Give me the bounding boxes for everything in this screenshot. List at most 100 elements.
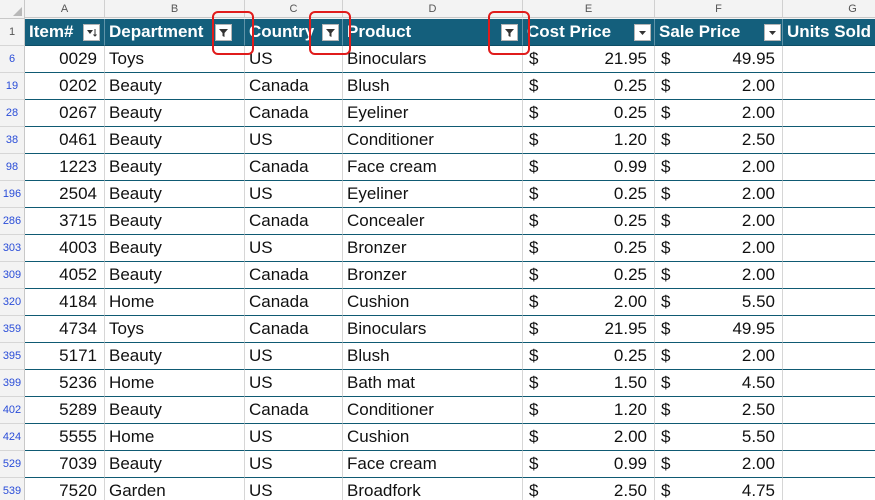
cell-item[interactable]: 0461 [25,127,105,154]
column-letter-a[interactable]: A [25,0,105,18]
cell-cost[interactable]: $0.25 [523,262,655,289]
cell-country[interactable]: Canada [245,397,343,424]
cell-cost[interactable]: $1.50 [523,370,655,397]
cell-sale[interactable]: $2.50 [655,397,783,424]
product-filter-button[interactable] [501,24,518,41]
cell-product[interactable]: Blush [343,343,523,370]
cell-department[interactable]: Home [105,370,245,397]
cell-cost[interactable]: $0.25 [523,208,655,235]
cell-department[interactable]: Home [105,424,245,451]
cell-units[interactable]: 17 [783,73,875,100]
cell-units[interactable]: 29 [783,451,875,478]
cell-units[interactable]: 15 [783,316,875,343]
cell-item[interactable]: 0202 [25,73,105,100]
department-filter-button[interactable] [215,24,232,41]
cell-department[interactable]: Beauty [105,208,245,235]
cell-cost[interactable]: $2.00 [523,424,655,451]
cell-item[interactable]: 1223 [25,154,105,181]
header-units-sold[interactable]: Units Sold [783,19,875,46]
cell-department[interactable]: Beauty [105,154,245,181]
cell-units[interactable]: 9 [783,46,875,73]
cell-product[interactable]: Conditioner [343,397,523,424]
cell-item[interactable]: 4052 [25,262,105,289]
row-number[interactable]: 303 [0,235,25,262]
row-number[interactable]: 28 [0,100,25,127]
cell-sale[interactable]: $2.00 [655,154,783,181]
cell-units[interactable]: 98 [783,181,875,208]
cell-cost[interactable]: $1.20 [523,127,655,154]
cell-product[interactable]: Bronzer [343,235,523,262]
cell-item[interactable]: 7039 [25,451,105,478]
cell-department[interactable]: Home [105,289,245,316]
cell-item[interactable]: 0029 [25,46,105,73]
cell-units[interactable]: 74 [783,478,875,500]
sale-price-filter-button[interactable] [764,24,781,41]
column-letter-e[interactable]: E [523,0,655,18]
cell-item[interactable]: 5555 [25,424,105,451]
cost-price-filter-button[interactable] [634,24,651,41]
cell-department[interactable]: Toys [105,46,245,73]
cell-units[interactable]: 7 [783,235,875,262]
cell-product[interactable]: Binoculars [343,316,523,343]
cell-department[interactable]: Beauty [105,343,245,370]
cell-cost[interactable]: $0.25 [523,181,655,208]
cell-sale[interactable]: $5.50 [655,289,783,316]
cell-item[interactable]: 0267 [25,100,105,127]
row-number[interactable]: 196 [0,181,25,208]
cell-product[interactable]: Cushion [343,289,523,316]
cell-cost[interactable]: $2.00 [523,289,655,316]
cell-units[interactable]: 10 [783,100,875,127]
cell-country[interactable]: Canada [245,262,343,289]
country-filter-button[interactable] [322,24,339,41]
row-number-header[interactable]: 1 [0,19,25,46]
cell-item[interactable]: 2504 [25,181,105,208]
cell-sale[interactable]: $4.75 [655,478,783,500]
row-number[interactable]: 359 [0,316,25,343]
cell-country[interactable]: US [245,181,343,208]
cell-department[interactable]: Beauty [105,397,245,424]
row-number[interactable]: 399 [0,370,25,397]
row-number[interactable]: 38 [0,127,25,154]
column-letter-f[interactable]: F [655,0,783,18]
cell-product[interactable]: Face cream [343,154,523,181]
cell-department[interactable]: Beauty [105,235,245,262]
cell-cost[interactable]: $0.25 [523,235,655,262]
cell-product[interactable]: Eyeliner [343,100,523,127]
row-number[interactable]: 309 [0,262,25,289]
cell-product[interactable]: Conditioner [343,127,523,154]
cell-country[interactable]: US [245,478,343,500]
cell-department[interactable]: Beauty [105,100,245,127]
cell-country[interactable]: US [245,343,343,370]
cell-cost[interactable]: $2.50 [523,478,655,500]
cell-cost[interactable]: $0.99 [523,451,655,478]
cell-sale[interactable]: $2.00 [655,262,783,289]
cell-sale[interactable]: $2.00 [655,181,783,208]
cell-department[interactable]: Garden [105,478,245,500]
cell-product[interactable]: Eyeliner [343,181,523,208]
cell-cost[interactable]: $21.95 [523,46,655,73]
cell-item[interactable]: 3715 [25,208,105,235]
cell-units[interactable]: 10 [783,262,875,289]
cell-department[interactable]: Toys [105,316,245,343]
cell-sale[interactable]: $2.00 [655,100,783,127]
cell-units[interactable]: 19 [783,154,875,181]
cell-units[interactable]: 7 [783,208,875,235]
cell-sale[interactable]: $2.00 [655,208,783,235]
cell-units[interactable]: 29 [783,424,875,451]
column-letter-g[interactable]: G [783,0,875,18]
cell-country[interactable]: US [245,451,343,478]
row-number[interactable]: 320 [0,289,25,316]
row-number[interactable]: 402 [0,397,25,424]
cell-department[interactable]: Beauty [105,127,245,154]
cell-country[interactable]: US [245,46,343,73]
cell-sale[interactable]: $5.50 [655,424,783,451]
cell-units[interactable]: 19 [783,397,875,424]
cell-item[interactable]: 4734 [25,316,105,343]
cell-product[interactable]: Face cream [343,451,523,478]
cell-units[interactable]: 12 [783,370,875,397]
item-filter-button[interactable] [83,24,100,41]
cell-cost[interactable]: $0.25 [523,100,655,127]
cell-sale[interactable]: $2.50 [655,127,783,154]
cell-item[interactable]: 5289 [25,397,105,424]
cell-item[interactable]: 5236 [25,370,105,397]
